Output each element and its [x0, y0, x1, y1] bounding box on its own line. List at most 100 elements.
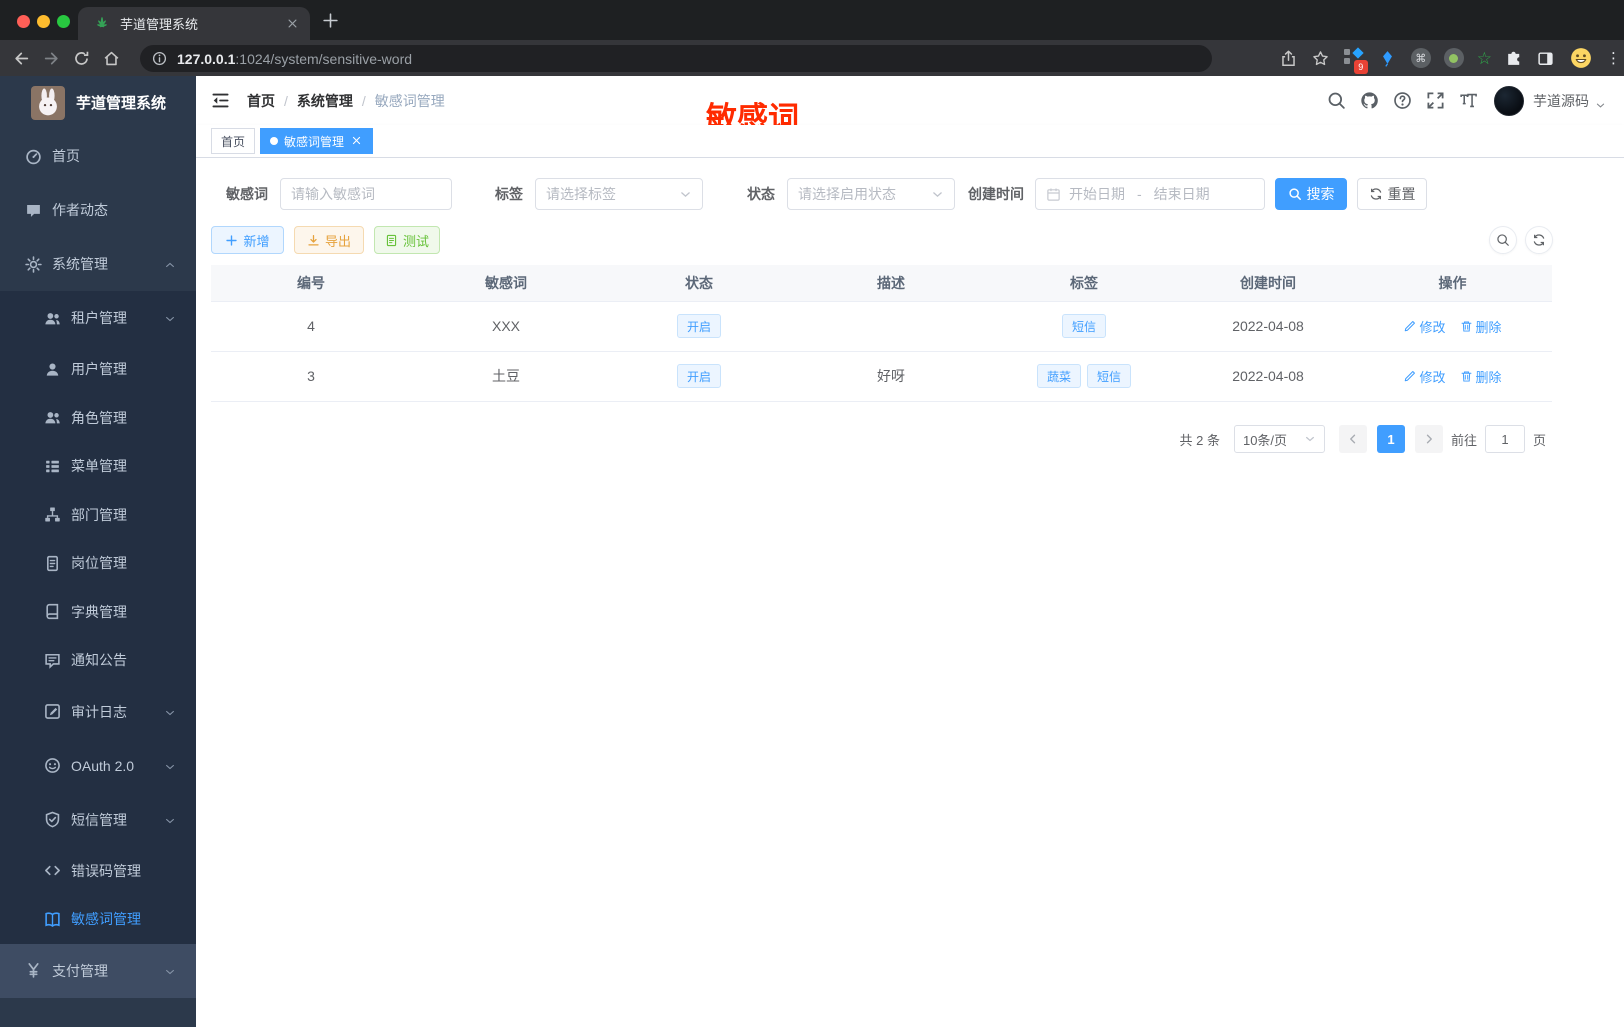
sidebar-item-dept[interactable]: 部门管理: [0, 490, 196, 539]
date-range-picker[interactable]: 开始日期 - 结束日期: [1035, 178, 1265, 210]
chevron-down-icon[interactable]: [1595, 98, 1606, 109]
url-bar[interactable]: 127.0.0.1:1024/system/sensitive-word: [140, 45, 1212, 72]
user-icon: [44, 361, 61, 378]
table-row: 4 XXX 开启 短信 2022-04-08 修改 删除: [211, 301, 1552, 352]
edit-link[interactable]: 修改: [1403, 317, 1446, 336]
breadcrumb-separator: /: [361, 92, 366, 109]
site-info-icon[interactable]: [152, 51, 167, 66]
search-button[interactable]: 搜索: [1275, 178, 1347, 210]
cell-id: 4: [211, 301, 411, 352]
table-search-toggle-button[interactable]: [1489, 226, 1517, 254]
window-zoom-button[interactable]: [57, 15, 70, 28]
tab-close-icon[interactable]: [351, 135, 363, 147]
window-minimize-button[interactable]: [37, 15, 50, 28]
font-size-icon[interactable]: [1459, 91, 1478, 110]
test-button[interactable]: 测试: [374, 226, 440, 254]
pagination: 共 2 条 10条/页 1 前往 页: [1180, 425, 1546, 453]
column-header: 编号: [211, 265, 411, 302]
page-size-select[interactable]: 10条/页: [1233, 425, 1325, 453]
filter-status-label: 状态: [747, 186, 775, 202]
tab-home[interactable]: 首页: [211, 128, 256, 154]
sidebar-item-user[interactable]: 用户管理: [0, 345, 196, 394]
sidebar-fold-icon[interactable]: [211, 91, 230, 110]
breadcrumb-item[interactable]: 首页: [247, 91, 275, 111]
tags-view-bar: 首页 敏感词管理: [196, 125, 1624, 158]
share-icon[interactable]: [1280, 50, 1297, 67]
status-select[interactable]: 请选择启用状态: [787, 178, 955, 210]
tab-close-icon[interactable]: [284, 16, 300, 32]
side-panel-icon[interactable]: [1537, 50, 1554, 67]
recorder-extension-icon[interactable]: [1443, 48, 1464, 68]
puzzle-extensions-icon[interactable]: [1505, 50, 1522, 67]
sidebar-item-notice[interactable]: 通知公告: [0, 636, 196, 685]
extension-grid-icon[interactable]: 9: [1343, 47, 1368, 74]
fullscreen-icon[interactable]: [1426, 91, 1445, 110]
github-icon[interactable]: [1360, 91, 1379, 110]
edit-link[interactable]: 修改: [1403, 367, 1446, 386]
table-header-row: 编号 敏感词 状态 描述 标签 创建时间 操作: [211, 265, 1552, 302]
sidebar-item-dict[interactable]: 字典管理: [0, 587, 196, 636]
filter-keyword-label: 敏感词: [226, 186, 268, 202]
search-icon[interactable]: [1327, 91, 1346, 110]
cell-status: 开启: [601, 301, 797, 352]
next-page-button[interactable]: [1414, 425, 1443, 453]
cell-actions: 修改 删除: [1353, 301, 1552, 352]
reload-icon[interactable]: [73, 50, 90, 67]
user-avatar[interactable]: [1494, 85, 1524, 116]
bookmark-star-icon[interactable]: [1312, 50, 1329, 67]
sidebar-item-sms[interactable]: 短信管理: [0, 792, 196, 847]
table-refresh-button[interactable]: [1525, 226, 1553, 254]
tab-sensitive-word[interactable]: 敏感词管理: [260, 128, 374, 154]
sidebar-item-role[interactable]: 角色管理: [0, 393, 196, 442]
sidebar-item-menu[interactable]: 菜单管理: [0, 442, 196, 491]
sidebar-item-post[interactable]: 岗位管理: [0, 539, 196, 588]
sidebar-item-system[interactable]: 系统管理: [0, 237, 196, 291]
prev-page-button[interactable]: [1338, 425, 1367, 453]
home-icon[interactable]: [103, 50, 120, 67]
delete-link[interactable]: 删除: [1460, 317, 1502, 336]
browser-tab[interactable]: 芋道管理系统: [78, 7, 310, 40]
org-icon: [44, 506, 61, 523]
sidebar-item-tenant[interactable]: 租户管理: [0, 291, 196, 345]
cell-status: 开启: [601, 351, 797, 402]
chevron-down-icon: [164, 706, 176, 718]
back-icon[interactable]: [13, 50, 30, 67]
sidebar-item-oauth2[interactable]: OAuth 2.0: [0, 738, 196, 793]
browser-menu-icon[interactable]: ⋮: [1606, 49, 1621, 67]
add-button[interactable]: 新增: [211, 226, 284, 254]
breadcrumb: 首页 / 系统管理 / 敏感词管理: [247, 91, 445, 111]
profile-avatar-icon[interactable]: [1569, 46, 1593, 70]
goto-page-input[interactable]: [1484, 425, 1525, 453]
navbar-right: 芋道源码: [1313, 85, 1624, 116]
kite-extension-icon[interactable]: [1379, 50, 1396, 67]
window-close-button[interactable]: [17, 15, 30, 28]
tag-select[interactable]: 请选择标签: [535, 178, 703, 210]
sidebar-item-home[interactable]: 首页: [0, 129, 196, 183]
sidebar-item-audit-log[interactable]: 审计日志: [0, 684, 196, 739]
sidebar-item-pay[interactable]: 支付管理: [0, 943, 196, 998]
export-button[interactable]: 导出: [294, 226, 364, 254]
status-badge: 开启: [676, 314, 721, 338]
page-number-button[interactable]: 1: [1376, 425, 1405, 453]
help-icon[interactable]: [1393, 91, 1412, 110]
navbar: 首页 / 系统管理 / 敏感词管理 芋道源码: [196, 76, 1624, 125]
sidebar-item-error-code[interactable]: 错误码管理: [0, 846, 196, 895]
add-button-label: 新增: [243, 233, 270, 249]
reset-button[interactable]: 重置: [1357, 178, 1427, 210]
forward-icon[interactable]: [43, 50, 60, 67]
sidebar-item-label: 短信管理: [71, 811, 127, 828]
sidebar-item-sensitive-word[interactable]: 敏感词管理: [0, 895, 196, 944]
chevron-up-icon: [164, 258, 176, 270]
star-extension-icon[interactable]: ☆: [1477, 50, 1492, 67]
keyword-placeholder: 请输入敏感词: [291, 186, 375, 202]
app-logo-row[interactable]: 芋道管理系统: [0, 76, 196, 129]
calendar-icon: [1046, 187, 1061, 202]
tab-label: 敏感词管理: [284, 134, 345, 149]
breadcrumb-item[interactable]: 系统管理: [297, 91, 353, 111]
delete-link[interactable]: 删除: [1460, 367, 1502, 386]
command-extension-icon[interactable]: ⌘: [1410, 48, 1431, 68]
chat-icon: [25, 202, 42, 219]
new-tab-button[interactable]: [322, 12, 339, 29]
keyword-input[interactable]: 请输入敏感词: [280, 178, 452, 210]
sidebar-item-author-news[interactable]: 作者动态: [0, 183, 196, 237]
